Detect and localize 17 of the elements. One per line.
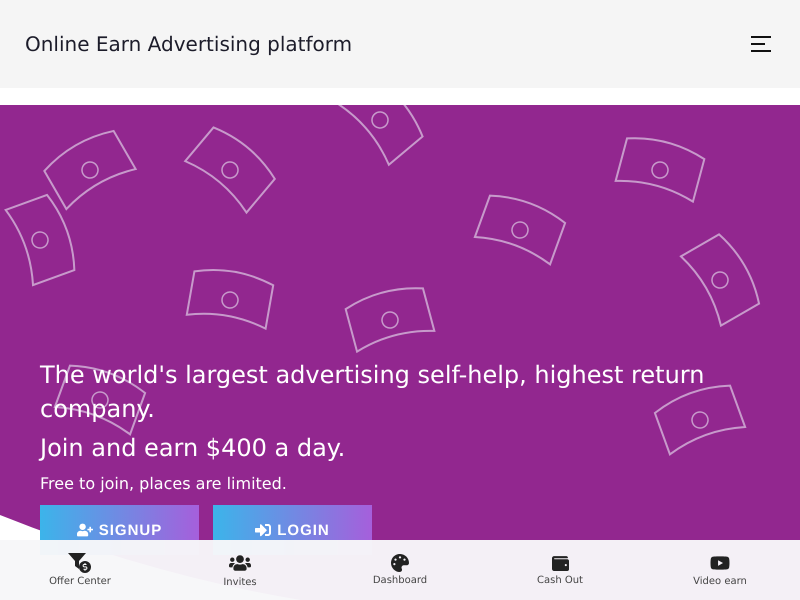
funnel-dollar-icon bbox=[68, 553, 92, 573]
wallet-icon bbox=[552, 554, 568, 572]
nav-label: Video earn bbox=[693, 576, 747, 587]
subheadline: Join and earn $400 a day. bbox=[40, 433, 346, 464]
nav-item[interactable]: Video earn bbox=[640, 540, 800, 600]
nav-item[interactable]: Cash Out bbox=[480, 540, 640, 600]
site-title: Online Earn Advertising platform bbox=[25, 32, 352, 56]
nav-label: Invites bbox=[223, 577, 257, 588]
nav-label: Offer Center bbox=[49, 576, 111, 587]
tagline: Free to join, places are limited. bbox=[40, 474, 288, 493]
nav-label: Dashboard bbox=[372, 575, 428, 586]
user-plus-icon bbox=[76, 522, 93, 538]
palette-icon bbox=[391, 554, 409, 572]
menu-icon[interactable] bbox=[750, 35, 772, 53]
sign-in-icon bbox=[255, 522, 272, 538]
nav-label: Cash Out bbox=[537, 574, 583, 586]
headline: The world's largest advertising self-help, highest return company. bbox=[40, 360, 706, 425]
